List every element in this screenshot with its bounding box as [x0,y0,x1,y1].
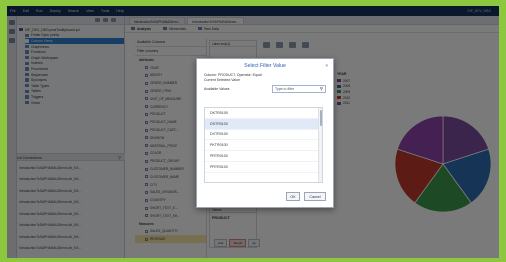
dialog-info: Column: PRODUCT, Operator: Equal Current… [197,73,333,84]
values-rows: DKTR0100 DSTR0100 DXTR0100 PKTR0100 PRTR0100… [205,108,322,173]
value-item[interactable]: PRTR0100 [205,151,322,162]
value-item[interactable]: DXTR0100 [205,130,322,141]
current-selected-value-label: Current Selected Value [204,78,240,83]
value-item[interactable]: DKTR0100 [205,108,322,119]
scrollbar-thumb[interactable] [319,110,322,126]
available-values-list: DKTR0100 DSTR0100 DXTR0100 PKTR0100 PRTR0100… [204,107,323,183]
close-icon[interactable]: × [325,63,328,68]
value-item[interactable]: PRTR0100 [205,162,322,173]
select-filter-value-dialog: Select Filter Value × Column: PRODUCT, O… [196,58,334,208]
dialog-title: Select Filter Value [244,63,286,69]
dialog-buttons: OK Cancel [286,192,326,201]
value-item[interactable]: PKTR0100 [205,140,322,152]
filter-values-input[interactable]: Type to filter ⚲ [272,84,326,93]
search-icon[interactable]: ⚲ [320,86,323,92]
value-item[interactable]: DSTR0100 [205,118,322,130]
values-scrollbar[interactable] [318,108,322,182]
cancel-button[interactable]: Cancel [304,192,326,201]
dialog-title-bar: Select Filter Value × [197,59,333,73]
available-values-label: Available Values [204,86,230,91]
filter-values-placeholder: Type to filter [275,86,295,91]
ok-button[interactable]: OK [286,192,300,201]
available-values-row: Available Values Type to filter ⚲ [197,84,333,93]
